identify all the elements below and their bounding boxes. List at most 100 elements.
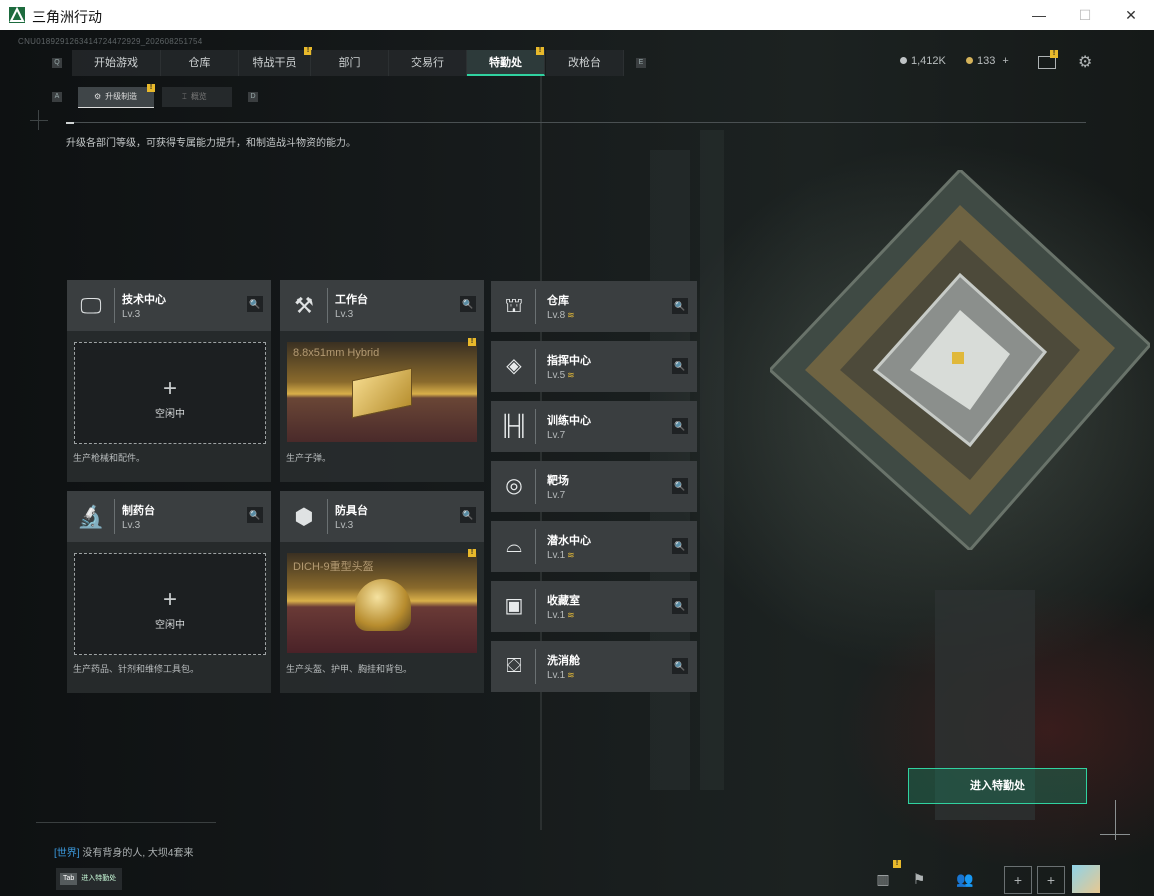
separator <box>535 409 536 444</box>
card-decon-chamber[interactable]: ⛋ 洗消舱 Lv.1 ≋ 🔍 <box>491 641 697 692</box>
facility-level: Lv.3 <box>335 309 354 320</box>
add-teammate-button[interactable]: + <box>1037 866 1065 894</box>
card-pharmacy[interactable]: 🔬 制药台 Lv.3 🔍 + 空闲中 生产药品、针剂和维修工具包。 <box>67 491 271 693</box>
search-icon[interactable]: 🔍 <box>460 296 476 312</box>
card-storage[interactable]: ⛫ 仓库 Lv.8 ≋ 🔍 <box>491 281 697 332</box>
separator <box>535 649 536 684</box>
card-shooting-range[interactable]: ◎ 靶场 Lv.7 🔍 <box>491 461 697 512</box>
dumbbell-icon: ╟╢ <box>499 415 529 437</box>
nav-prev-key[interactable]: Q <box>52 58 62 68</box>
card-armor-bench[interactable]: ⬢ 防具台 Lv.3 🔍 DICH-9重型头盔 ! 生产头盔、护甲、胸挂和背包。 <box>280 491 484 693</box>
card-training-center[interactable]: ╟╢ 训练中心 Lv.7 🔍 <box>491 401 697 452</box>
upgrade-available-icon: ≋ <box>567 370 575 380</box>
separator <box>327 499 328 534</box>
warehouse-icon: ⛫ <box>504 295 524 317</box>
stats-icon[interactable]: ▥ <box>870 866 896 892</box>
separator <box>535 529 536 564</box>
product-badge: ! <box>468 549 476 557</box>
search-icon[interactable]: 🔍 <box>672 298 688 314</box>
minimize-button[interactable]: — <box>1016 0 1062 30</box>
decon-icon: ⛋ <box>506 655 522 677</box>
facility-level: Lv.1 ≋ <box>547 550 575 561</box>
microscope-icon: 🔬 <box>77 504 105 529</box>
card-command-center[interactable]: ◈ 指挥中心 Lv.5 ≋ 🔍 <box>491 341 697 392</box>
facility-level: Lv.3 <box>122 309 141 320</box>
divider <box>66 122 1086 123</box>
card-diving-center[interactable]: ⌓ 潜水中心 Lv.1 ≋ 🔍 <box>491 521 697 572</box>
card-tech-center[interactable]: 🖵 技术中心 Lv.3 🔍 + 空闲中 生产枪械和配件。 <box>67 280 271 482</box>
settings-gear-icon[interactable]: ⚙ <box>1078 52 1092 72</box>
tab-operators[interactable]: 特战干员 <box>239 50 311 76</box>
tab-warehouse[interactable]: 仓库 <box>161 50 239 76</box>
avatar[interactable] <box>1072 865 1100 893</box>
close-button[interactable]: ✕ <box>1108 0 1154 30</box>
maximize-button[interactable]: ☐ <box>1062 0 1108 30</box>
special-ops-badge: ! <box>536 47 544 55</box>
search-icon[interactable]: 🔍 <box>247 507 263 523</box>
separator <box>327 288 328 323</box>
stats-badge: ! <box>893 860 901 868</box>
product-name: DICH-9重型头盔 <box>293 561 374 573</box>
facility-name: 靶场 <box>547 475 569 487</box>
add-teammate-button[interactable]: + <box>1004 866 1032 894</box>
facility-level: Lv.8 ≋ <box>547 310 575 321</box>
chat-line[interactable]: [世界] 没有背身的人, 大坝4套来 <box>54 844 193 859</box>
friends-icon[interactable]: 👥 <box>952 866 978 892</box>
card-collection-room[interactable]: ▣ 收藏室 Lv.1 ≋ 🔍 <box>491 581 697 632</box>
tab-key-hint[interactable]: Tab 进入特勤处 <box>56 868 122 890</box>
separator <box>535 349 536 384</box>
tab-key: Tab <box>60 873 78 885</box>
helmet-image <box>355 579 411 631</box>
enter-special-ops-button[interactable]: 进入特勤处 <box>908 768 1087 804</box>
chat-divider <box>36 822 216 831</box>
production-slot[interactable]: DICH-9重型头盔 <box>287 553 477 653</box>
subtab-next-key[interactable]: D <box>248 92 258 102</box>
facility-name: 收藏室 <box>547 595 580 607</box>
tab-gunsmith[interactable]: 改枪台 <box>546 50 624 76</box>
flag-icon[interactable]: ⚑ <box>906 866 932 892</box>
search-icon[interactable]: 🔍 <box>672 658 688 674</box>
game-scene: CNU01892912634147244729​29_202608251754 … <box>0 30 1154 896</box>
card-header: 🖵 技术中心 Lv.3 🔍 <box>67 280 271 331</box>
search-icon[interactable]: 🔍 <box>247 296 263 312</box>
window-title: 三角洲行动 <box>32 9 102 25</box>
tab-special-ops[interactable]: 特勤处 <box>467 50 545 76</box>
chip-icon: ◈ <box>506 355 522 377</box>
idle-slot[interactable]: + 空闲中 <box>74 342 266 444</box>
search-icon[interactable]: 🔍 <box>672 418 688 434</box>
card-header: ⬢ 防具台 Lv.3 🔍 <box>280 491 484 542</box>
production-slot[interactable]: 8.8x51mm Hybrid <box>287 342 477 442</box>
card-footer: 生产枪械和配件。 <box>73 453 146 463</box>
tab-start-game[interactable]: 开始游戏 <box>72 50 161 76</box>
separator <box>114 499 115 534</box>
nav-next-key[interactable]: E <box>636 58 646 68</box>
upgrade-cube-model <box>767 167 1153 553</box>
facility-name: 工作台 <box>335 294 368 306</box>
add-currency-button[interactable]: + <box>1002 55 1008 67</box>
search-icon[interactable]: 🔍 <box>672 598 688 614</box>
search-icon[interactable]: 🔍 <box>460 507 476 523</box>
mail-badge: ! <box>1050 50 1058 58</box>
slot-state: 空闲中 <box>155 620 185 631</box>
subtab-overview[interactable]: ⌶ 概览 <box>162 87 232 107</box>
session-id: CNU01892912634147244729​29_202608251754 <box>18 37 203 46</box>
background-pillar <box>700 130 724 790</box>
slot-state: 空闲中 <box>155 409 185 420</box>
tab-trading[interactable]: 交易行 <box>389 50 467 76</box>
tab-departments[interactable]: 部门 <box>311 50 389 76</box>
subtab-prev-key[interactable]: A <box>52 92 62 102</box>
subtab-upgrade-craft[interactable]: ⚙ 升级制造 <box>78 87 154 108</box>
upgrade-available-icon: ≋ <box>567 550 575 560</box>
upgrade-available-icon: ≋ <box>567 670 575 680</box>
diving-icon: ⌓ <box>506 535 522 557</box>
search-icon[interactable]: 🔍 <box>672 478 688 494</box>
search-icon[interactable]: 🔍 <box>672 538 688 554</box>
target-icon: ◎ <box>505 475 523 497</box>
card-workbench[interactable]: ⚒ 工作台 Lv.3 🔍 8.8x51mm Hybrid ! 生产子弹。 <box>280 280 484 482</box>
facility-level: Lv.1 ≋ <box>547 670 575 681</box>
idle-slot[interactable]: + 空闲中 <box>74 553 266 655</box>
ammo-box-image <box>352 367 412 419</box>
search-icon[interactable]: 🔍 <box>672 358 688 374</box>
separator <box>535 589 536 624</box>
app-logo-icon <box>9 7 25 23</box>
